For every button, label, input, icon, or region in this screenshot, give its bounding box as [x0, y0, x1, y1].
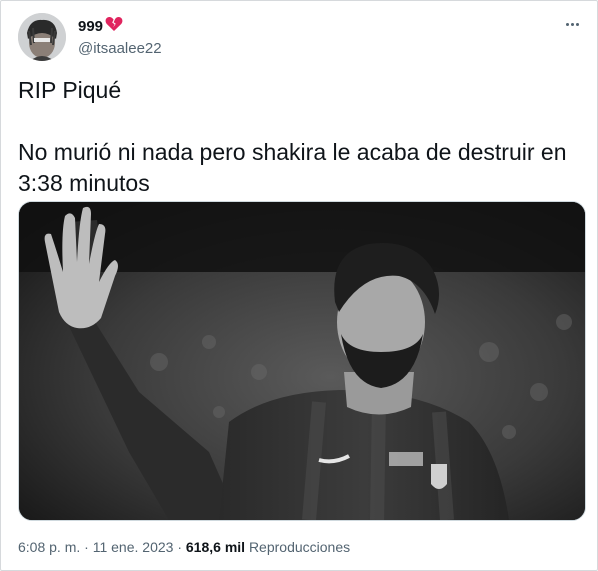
tweet-time[interactable]: 6:08 p. m.: [18, 539, 80, 555]
tweet-text: RIP Piqué No murió ni nada pero shakira …: [18, 77, 567, 196]
tweet-date[interactable]: 11 ene. 2023: [93, 539, 174, 555]
tweet-meta: 6:08 p. m. · 11 ene. 2023 · 618,6 mil Re…: [18, 538, 350, 556]
tweet-photo[interactable]: [18, 201, 586, 521]
views-count: 618,6 mil: [185, 539, 246, 555]
meta-separator: ·: [84, 539, 89, 555]
author-names: 999 @itsaalee22: [78, 16, 162, 59]
author-display-name[interactable]: 999: [78, 16, 162, 38]
avatar[interactable]: [18, 13, 66, 61]
more-options-icon[interactable]: [560, 15, 584, 33]
tweet-photo-image: [19, 202, 585, 520]
views-label: Reproducciones: [248, 539, 351, 555]
tweet-header: 999 @itsaalee22: [18, 13, 584, 61]
broken-heart-icon: [105, 16, 123, 38]
tweet-card: 999 @itsaalee22 RIP Piqué No murió ni na…: [0, 0, 598, 571]
meta-separator: ·: [177, 539, 182, 555]
author-handle[interactable]: @itsaalee22: [78, 39, 162, 59]
display-name-text: 999: [78, 18, 104, 35]
